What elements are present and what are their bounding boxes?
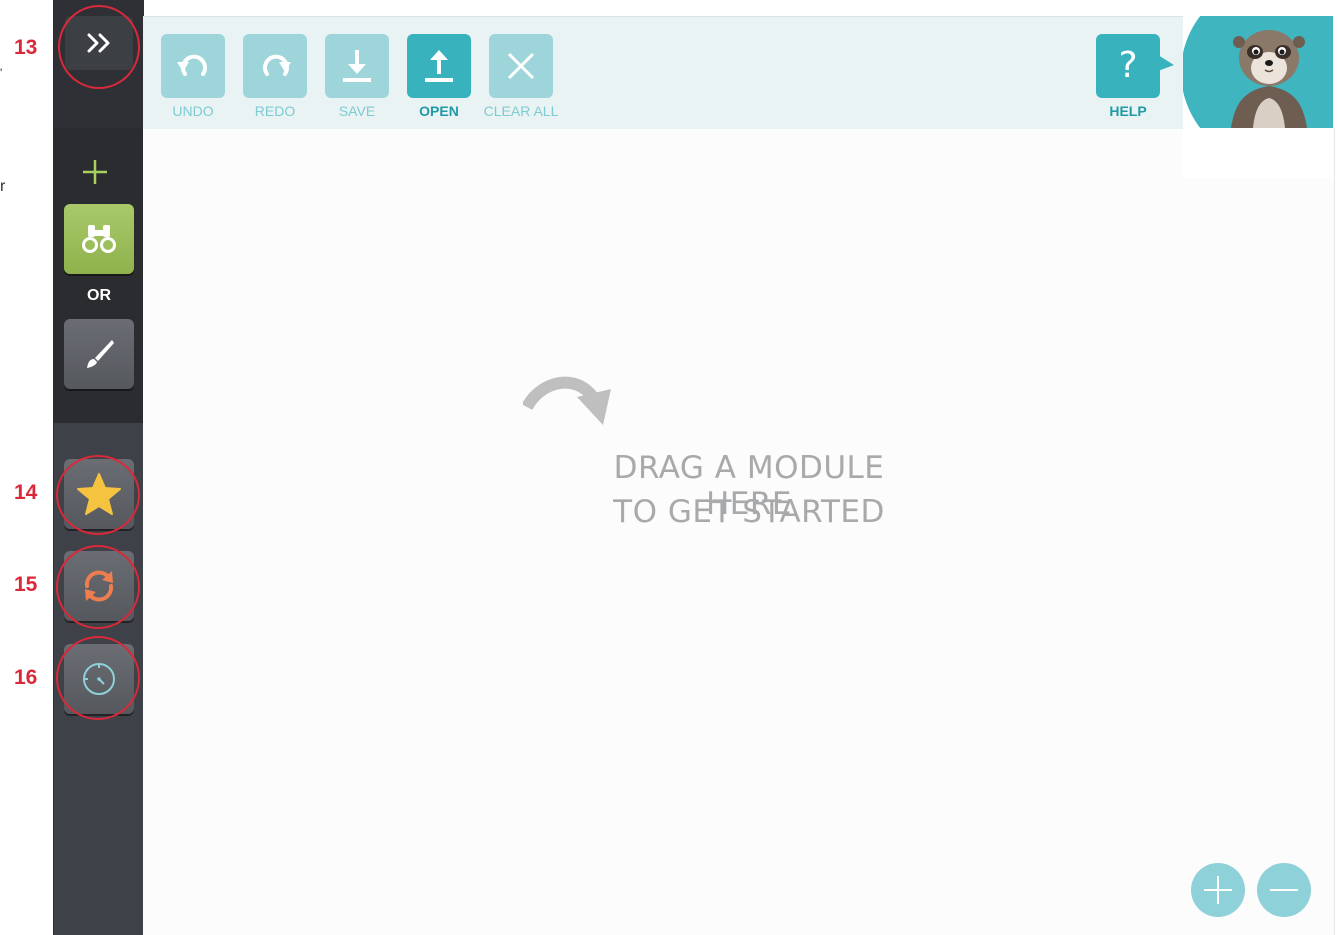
- upload-icon: [425, 50, 453, 82]
- clipped-edge-text: r: [0, 178, 6, 195]
- help-label: HELP: [1109, 103, 1147, 119]
- download-icon: [343, 50, 371, 82]
- annotation-label-16: 16: [14, 666, 38, 689]
- zoom-out-button[interactable]: [1257, 863, 1311, 917]
- annotation-label-13: 13: [14, 36, 38, 59]
- open-button[interactable]: [407, 34, 471, 98]
- star-icon: [77, 473, 121, 515]
- refresh-icon: [84, 570, 114, 602]
- meerkat-mascot: [1183, 16, 1333, 128]
- help-speech-tail: [1158, 55, 1174, 71]
- help-icon: ?: [1118, 45, 1138, 86]
- minus-icon: [1270, 889, 1298, 891]
- annotation-label-15: 15: [14, 573, 38, 596]
- favorites-button[interactable]: [64, 459, 134, 529]
- zoom-in-button[interactable]: [1191, 863, 1245, 917]
- module-sidebar: OR: [53, 0, 144, 935]
- module-canvas[interactable]: DRAG A MODULE HERE TO GET STARTED: [143, 128, 1335, 935]
- redo-label: REDO: [254, 103, 296, 119]
- curved-arrow-icon: [523, 376, 611, 425]
- redo-icon: [263, 54, 291, 76]
- empty-canvas-hint-line2: TO GET STARTED: [613, 494, 885, 530]
- clipped-edge-mark: ': [0, 66, 3, 80]
- or-divider-label: OR: [87, 287, 111, 304]
- help-button[interactable]: ?: [1096, 34, 1160, 98]
- browse-modules-button[interactable]: [64, 204, 134, 274]
- meerkat-avatar-icon: [1183, 16, 1333, 128]
- draw-module-button[interactable]: [64, 319, 134, 389]
- close-icon: [507, 52, 535, 80]
- clock-icon: [83, 663, 115, 695]
- undo-label: UNDO: [172, 103, 214, 119]
- history-button[interactable]: [64, 644, 134, 714]
- binoculars-icon: [82, 225, 116, 253]
- sync-button[interactable]: [64, 551, 134, 621]
- plus-icon[interactable]: [81, 158, 109, 186]
- canvas-corner-strip: [1183, 128, 1333, 178]
- toolbar: UNDO REDO SAVE OPEN CLEAR ALL ? HELP: [143, 16, 1183, 129]
- save-button[interactable]: [325, 34, 389, 98]
- double-chevron-right-icon: [87, 33, 110, 53]
- brush-icon: [87, 340, 114, 368]
- plus-icon: [1204, 876, 1232, 904]
- save-label: SAVE: [338, 103, 376, 119]
- sidebar-header: [54, 0, 144, 128]
- expand-sidebar-button[interactable]: [65, 16, 133, 70]
- clear-all-button[interactable]: [489, 34, 553, 98]
- annotation-label-14: 14: [14, 481, 38, 504]
- redo-button[interactable]: [243, 34, 307, 98]
- undo-icon: [177, 54, 207, 76]
- clear-all-label: CLEAR ALL: [483, 103, 559, 119]
- open-label: OPEN: [419, 103, 459, 119]
- undo-button[interactable]: [161, 34, 225, 98]
